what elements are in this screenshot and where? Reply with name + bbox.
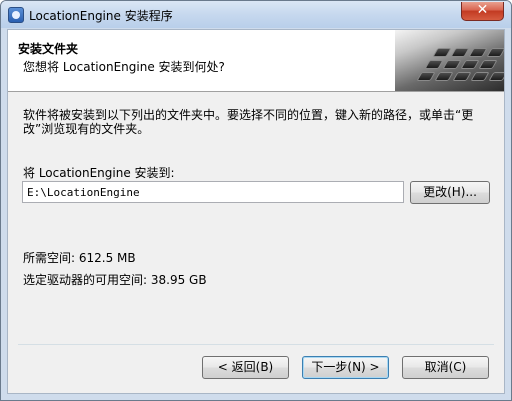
footer-divider (18, 344, 494, 345)
description-text: 软件将被安装到以下列出的文件夹中。要选择不同的位置，键入新的路径，或单击“更改”… (23, 108, 474, 136)
keyboard-image (395, 30, 504, 91)
required-space-text: 所需空间: 612.5 MB (23, 251, 136, 265)
page-subtitle: 您想将 LocationEngine 安装到何处? (23, 60, 225, 74)
title-bar[interactable]: LocationEngine 安装程序 ✕ (1, 1, 511, 28)
header-panel: 安装文件夹 您想将 LocationEngine 安装到何处? (8, 30, 504, 92)
back-button[interactable]: < 返回(B) (202, 356, 289, 379)
keyboard-key (434, 72, 454, 81)
page-title: 安装文件夹 (18, 42, 79, 56)
next-button[interactable]: 下一步(N) > (302, 356, 389, 379)
dialog-body: 安装文件夹 您想将 LocationEngine 安装到何处? 软件将被安装到以… (7, 29, 505, 394)
available-space-text: 选定驱动器的可用空间: 38.95 GB (23, 273, 207, 287)
keyboard-key (486, 48, 504, 57)
close-button[interactable]: ✕ (461, 2, 504, 21)
keyboard-key (470, 72, 490, 81)
install-path-input[interactable] (22, 181, 404, 203)
install-location-label: 将 LocationEngine 安装到: (23, 166, 175, 180)
window-title: LocationEngine 安装程序 (29, 9, 173, 23)
keyboard-key (460, 60, 480, 69)
keyboard-key (450, 48, 470, 57)
keyboard-key (432, 48, 452, 57)
keyboard-key (424, 60, 444, 69)
keyboard-key (488, 72, 504, 81)
keyboard-key (478, 60, 498, 69)
keyboard-key (416, 72, 436, 81)
keyboard-key (468, 48, 488, 57)
installer-app-icon (8, 7, 24, 23)
change-button[interactable]: 更改(H)... (410, 181, 490, 204)
keyboard-key (452, 72, 472, 81)
installer-window: LocationEngine 安装程序 ✕ 安装文件夹 您想将 Location… (0, 0, 512, 401)
keyboard-key (442, 60, 462, 69)
cancel-button[interactable]: 取消(C) (402, 356, 489, 379)
